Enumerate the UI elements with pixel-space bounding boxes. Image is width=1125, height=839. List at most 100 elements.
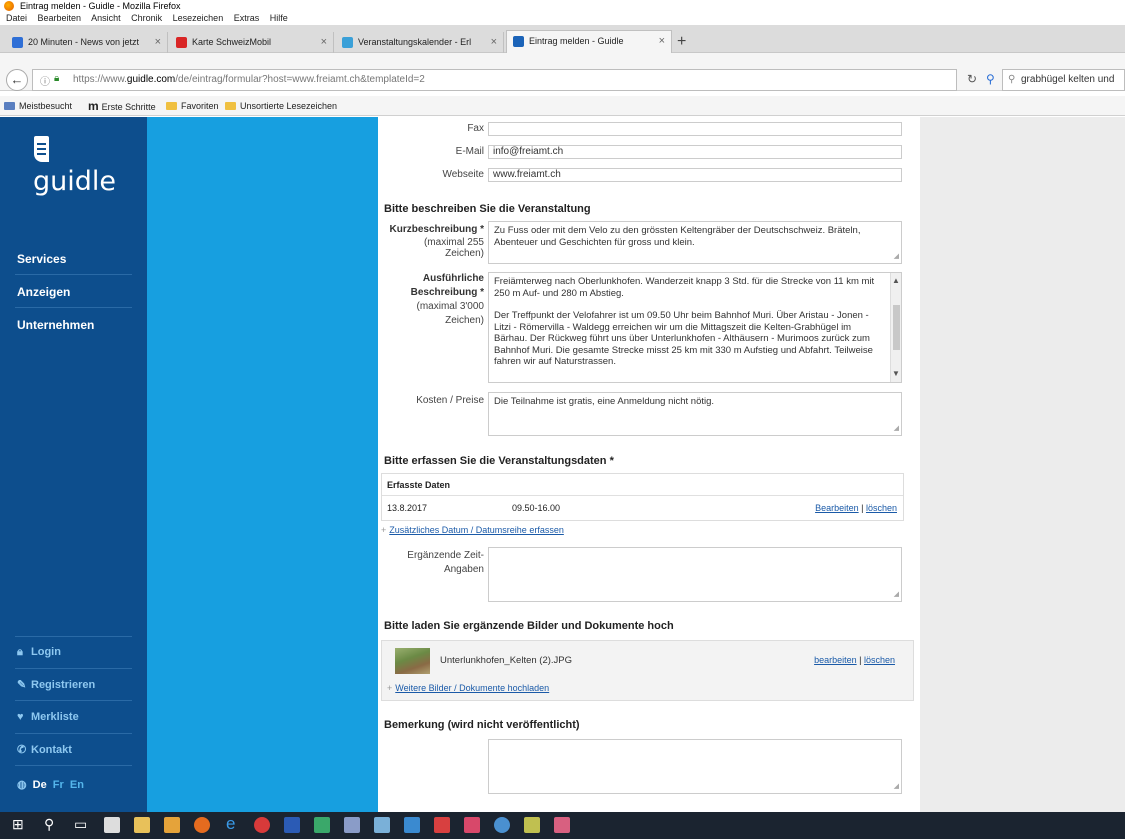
tab-schweizmobil[interactable]: Karte SchweizMobil × (170, 32, 334, 53)
scroll-up-icon[interactable]: ▲ (892, 275, 900, 287)
windows-start-icon[interactable]: ⊞ (12, 816, 24, 833)
menu-bearbeiten[interactable]: Bearbeiten (38, 13, 82, 23)
menu-bar: Datei Bearbeiten Ansicht Chronik Lesezei… (0, 12, 1125, 25)
menu-ansicht[interactable]: Ansicht (91, 13, 121, 23)
lock-icon[interactable]: 🔒︎ (54, 73, 59, 84)
search-input[interactable]: ⚲ grabhügel kelten und (1002, 69, 1125, 91)
tab-label: Karte SchweizMobil (192, 37, 272, 47)
sidebar-item-services[interactable]: Services (17, 252, 66, 266)
upload-row: + Weitere Bilder / Dokumente hochladen (387, 683, 549, 693)
bookmark-favoriten[interactable]: Favoriten (166, 96, 219, 116)
menu-extras[interactable]: Extras (234, 13, 260, 23)
fax-field[interactable] (488, 122, 902, 136)
powerpoint-icon[interactable] (464, 817, 480, 833)
edge-icon[interactable]: e (226, 814, 235, 834)
lang-de[interactable]: De (33, 779, 47, 791)
lang-en[interactable]: En (70, 779, 84, 791)
app-icon[interactable] (494, 817, 510, 833)
resize-grip-icon[interactable]: ◢ (894, 423, 899, 435)
guidle-logo-icon[interactable] (34, 136, 49, 162)
close-icon[interactable]: × (155, 32, 161, 53)
search-icon[interactable]: ⚲ (44, 816, 54, 833)
sidebar-item-unternehmen[interactable]: Unternehmen (17, 318, 94, 332)
scroll-down-icon[interactable]: ▼ (892, 368, 900, 380)
extra-time-field[interactable]: ◢ (488, 547, 902, 602)
word-icon[interactable] (284, 817, 300, 833)
task-view-icon[interactable]: ▭ (74, 816, 87, 833)
bookmark-erste-schritte[interactable]: m Erste Schritte (88, 96, 156, 117)
image-thumbnail[interactable] (395, 648, 430, 674)
close-icon[interactable]: × (321, 32, 327, 53)
long-description-hint-line1: (maximal 3'000 (416, 301, 485, 312)
cost-label: Kosten / Preise (416, 395, 484, 406)
scroll-thumb[interactable] (893, 305, 900, 350)
sidebar-merkliste[interactable]: ♥ Merkliste (17, 711, 79, 723)
reload-icon[interactable]: ↻ (967, 72, 977, 86)
close-icon[interactable]: × (659, 31, 665, 52)
menu-lesezeichen[interactable]: Lesezeichen (173, 13, 224, 23)
resize-grip-icon[interactable]: ◢ (894, 589, 899, 601)
back-arrow-icon[interactable]: ← (6, 69, 28, 91)
media-app-icon[interactable] (254, 817, 270, 833)
dates-table: Erfasste Daten 13.8.2017 09.50-16.00 Bea… (381, 473, 904, 521)
menu-chronik[interactable]: Chronik (131, 13, 162, 23)
bookmark-meistbesucht[interactable]: Meistbesucht (4, 96, 72, 116)
edit-image-link[interactable]: bearbeiten (814, 655, 857, 665)
add-date-link[interactable]: Zusätzliches Datum / Datumsreihe erfasse… (389, 525, 564, 535)
logo[interactable]: guidle (33, 166, 116, 197)
sidebar-item-anzeigen[interactable]: Anzeigen (17, 285, 70, 299)
pdf-icon[interactable] (434, 817, 450, 833)
cost-field[interactable]: Die Teilnahme ist gratis, eine Anmeldung… (488, 392, 902, 436)
phone-app-icon[interactable] (404, 817, 420, 833)
tab-veranstaltungskalender[interactable]: Veranstaltungskalender - Erl × (336, 32, 504, 53)
app-icon[interactable] (344, 817, 360, 833)
delete-image-link[interactable]: löschen (864, 655, 895, 665)
app-icon[interactable] (554, 817, 570, 833)
app-icon[interactable] (524, 817, 540, 833)
long-description-paragraph-2: Der Treffpunkt der Velofahrer ist um 09.… (494, 310, 873, 367)
new-tab-icon[interactable]: + (677, 33, 686, 51)
resize-grip-icon[interactable]: ◢ (894, 251, 899, 263)
info-icon[interactable]: ⓘ (40, 73, 50, 88)
textarea-scrollbar[interactable]: ▲ ▼ (890, 273, 901, 382)
time-value: 09.50-16.00 (512, 503, 561, 513)
long-description-field[interactable]: Freiämterweg nach Oberlunkhofen. Wanderz… (488, 272, 902, 383)
sidebar-registrieren[interactable]: ✎ Registrieren (17, 678, 95, 691)
lang-fr[interactable]: Fr (53, 779, 64, 791)
heart-icon: ♥ (17, 711, 24, 723)
tab-guidle[interactable]: Eintrag melden - Guidle × (506, 30, 672, 53)
divider (15, 274, 132, 275)
sidebar (0, 117, 147, 812)
sidebar-login[interactable]: 🔒︎ Login (17, 646, 61, 659)
website-field[interactable]: www.freiamt.ch (488, 168, 902, 182)
excel-icon[interactable] (314, 817, 330, 833)
tab-label: Eintrag melden - Guidle (529, 36, 624, 46)
sidebar-kontakt[interactable]: ✆ Kontakt (17, 743, 72, 756)
bookmark-unsortierte[interactable]: Unsortierte Lesezeichen (225, 96, 337, 116)
short-description-hint: (maximal 255 Zeichen) (423, 237, 484, 259)
app-icon[interactable] (374, 817, 390, 833)
menu-datei[interactable]: Datei (6, 13, 27, 23)
close-icon[interactable]: × (491, 32, 497, 53)
notes-app-icon[interactable] (164, 817, 180, 833)
tab-20minuten[interactable]: 20 Minuten - News von jetzt × (6, 32, 168, 53)
resize-grip-icon[interactable]: ◢ (894, 781, 899, 793)
search-icon[interactable]: ⚲ (986, 72, 995, 86)
remark-field[interactable]: ◢ (488, 739, 902, 794)
cost-value: Die Teilnahme ist gratis, eine Anmeldung… (494, 396, 715, 407)
edit-date-link[interactable]: Bearbeiten (815, 503, 859, 513)
pencil-icon: ✎ (17, 679, 27, 691)
short-description-field[interactable]: Zu Fuss oder mit dem Velo zu den grösste… (488, 221, 902, 264)
url-field[interactable]: https://www.guidle.com/de/eintrag/formul… (32, 69, 957, 91)
file-explorer-icon[interactable] (134, 817, 150, 833)
divider (15, 733, 132, 734)
decorative-panel (147, 117, 378, 812)
store-icon[interactable] (104, 817, 120, 833)
upload-link[interactable]: Weitere Bilder / Dokumente hochladen (395, 683, 549, 693)
bookmarks-toolbar: Meistbesucht m Erste Schritte Favoriten U… (0, 96, 1125, 116)
delete-date-link[interactable]: löschen (866, 503, 897, 513)
tab-label: 20 Minuten - News von jetzt (28, 37, 140, 47)
email-field[interactable]: info@freiamt.ch (488, 145, 902, 159)
firefox-taskbar-icon[interactable] (194, 817, 210, 833)
menu-hilfe[interactable]: Hilfe (270, 13, 288, 23)
